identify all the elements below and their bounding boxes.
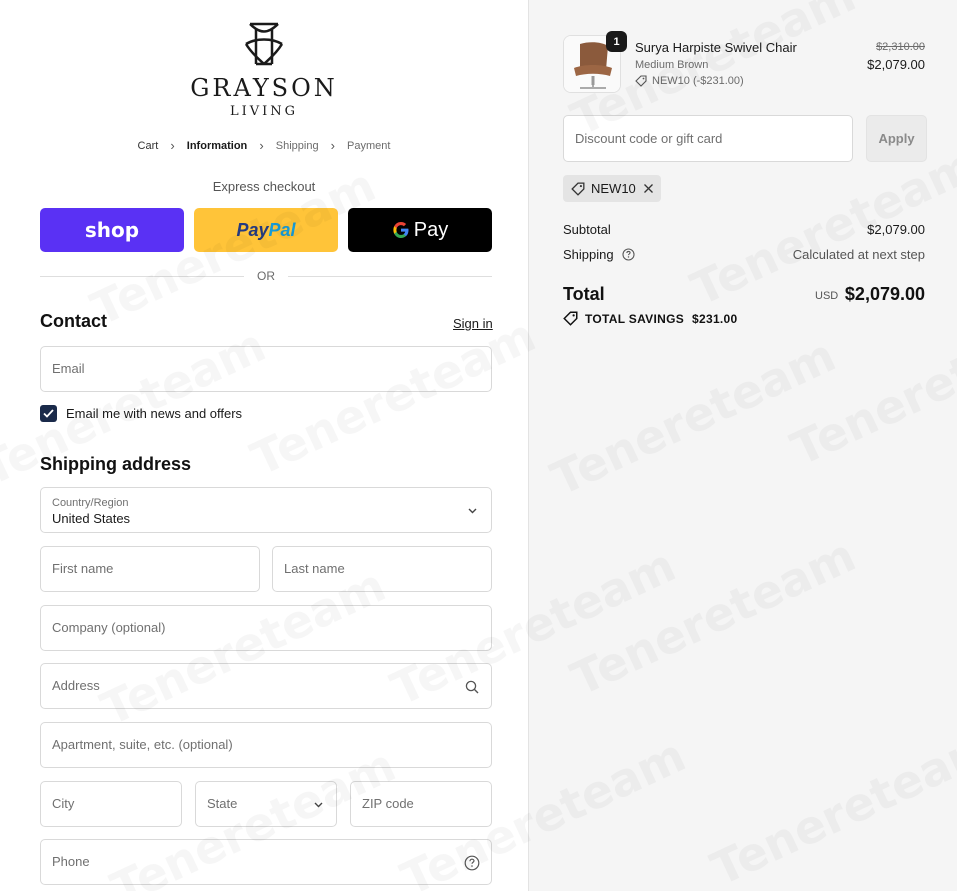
country-value: United States — [52, 511, 131, 526]
country-label: Country/Region — [52, 497, 129, 509]
checkout-form-panel: GRAYSON LIVING Cart › Information › Ship… — [0, 0, 528, 891]
paypal-label-pal: Pal — [268, 219, 296, 240]
phone-field[interactable]: Phone — [40, 839, 492, 885]
phone-placeholder: Phone — [52, 854, 90, 869]
google-pay-button[interactable]: Pay — [348, 208, 492, 252]
tag-icon — [635, 75, 647, 87]
brand-name: GRAYSON — [190, 74, 338, 102]
brand-logo[interactable]: GRAYSON LIVING — [0, 20, 528, 119]
brand-tagline: LIVING — [229, 104, 299, 119]
shipping-address-title: Shipping address — [40, 454, 192, 474]
apply-discount-button[interactable]: Apply — [866, 115, 927, 162]
shop-pay-button[interactable]: shop — [40, 208, 184, 252]
breadcrumb-information: Information — [186, 139, 248, 152]
apartment-field[interactable]: Apartment, suite, etc. (optional) — [40, 722, 492, 768]
total-value: $2,079.00 — [844, 284, 925, 304]
chevron-down-icon — [314, 802, 323, 808]
subtotal-label: Subtotal — [563, 222, 611, 237]
chevron-right-icon: › — [330, 138, 335, 153]
brand-monogram-icon — [244, 22, 284, 66]
google-pay-label: Pay — [413, 218, 449, 241]
city-placeholder: City — [52, 796, 75, 811]
tag-icon — [563, 311, 578, 326]
product-discount: NEW10 (-$231.00) — [635, 75, 744, 87]
newsletter-checkbox-row[interactable]: Email me with news and offers — [40, 405, 242, 422]
google-icon — [393, 222, 409, 238]
apartment-placeholder: Apartment, suite, etc. (optional) — [52, 737, 233, 752]
or-divider: OR — [40, 268, 492, 284]
shipping-label: Shipping — [563, 247, 614, 262]
zip-field[interactable]: ZIP code — [350, 781, 492, 827]
total-currency: USD — [815, 290, 839, 302]
paypal-button[interactable]: Pay Pal — [194, 208, 338, 252]
subtotal-value: $2,079.00 — [867, 222, 925, 237]
close-icon[interactable] — [643, 183, 654, 194]
last-name-placeholder: Last name — [284, 561, 345, 576]
paypal-label-pay: Pay — [236, 219, 269, 240]
order-summary-panel: 1 Surya Harpiste Swivel Chair Medium Bro… — [528, 0, 957, 891]
product-price: $2,079.00 — [867, 57, 925, 72]
product-original-price: $2,310.00 — [876, 41, 925, 53]
address-field[interactable]: Address — [40, 663, 492, 709]
applied-discount-chip: NEW10 — [563, 175, 661, 202]
breadcrumb-shipping: Shipping — [275, 139, 319, 152]
product-variant: Medium Brown — [635, 59, 709, 71]
zip-placeholder: ZIP code — [362, 796, 414, 811]
first-name-field[interactable]: First name — [40, 546, 260, 592]
address-placeholder: Address — [52, 678, 100, 693]
express-checkout-title: Express checkout — [212, 179, 316, 194]
help-icon[interactable] — [622, 248, 635, 261]
newsletter-label: Email me with news and offers — [66, 406, 243, 421]
city-field[interactable]: City — [40, 781, 182, 827]
sign-in-link[interactable]: Sign in — [453, 316, 493, 331]
search-icon — [465, 680, 479, 694]
or-label: OR — [257, 269, 275, 283]
help-icon[interactable] — [464, 855, 480, 871]
last-name-field[interactable]: Last name — [272, 546, 492, 592]
total-label: Total — [563, 284, 605, 304]
first-name-placeholder: First name — [52, 561, 114, 576]
shop-pay-label: shop — [84, 218, 140, 242]
product-discount-label: NEW10 (-$231.00) — [652, 75, 744, 87]
company-field[interactable]: Company (optional) — [40, 605, 492, 651]
state-placeholder: State — [207, 796, 238, 811]
checkmark-icon — [43, 409, 54, 418]
chevron-right-icon: › — [170, 138, 175, 153]
email-field[interactable]: Email — [40, 346, 492, 392]
shipping-label-row: Shipping — [563, 247, 635, 262]
shipping-value: Calculated at next step — [792, 247, 925, 262]
contact-title: Contact — [40, 311, 107, 331]
country-select[interactable]: Country/Region United States — [40, 487, 492, 533]
breadcrumb: Cart › Information › Shipping › Payment — [0, 138, 528, 153]
total-savings-value: $231.00 — [692, 311, 738, 326]
chevron-down-icon — [468, 508, 477, 514]
state-select[interactable]: State — [195, 781, 337, 827]
tag-icon — [571, 182, 585, 196]
discount-code-placeholder: Discount code or gift card — [575, 131, 723, 146]
newsletter-checkbox[interactable] — [40, 405, 57, 422]
total-savings: TOTAL SAVINGS $231.00 — [563, 311, 738, 326]
company-placeholder: Company (optional) — [52, 620, 166, 635]
product-name: Surya Harpiste Swivel Chair — [635, 40, 797, 55]
email-placeholder: Email — [52, 361, 85, 376]
breadcrumb-payment: Payment — [347, 139, 391, 152]
applied-discount-code: NEW10 — [591, 181, 636, 196]
discount-code-field[interactable]: Discount code or gift card — [563, 115, 853, 162]
quantity-badge: 1 — [606, 31, 627, 52]
total-savings-label: TOTAL SAVINGS — [585, 311, 685, 326]
chevron-right-icon: › — [259, 138, 264, 153]
breadcrumb-cart[interactable]: Cart — [138, 140, 159, 152]
